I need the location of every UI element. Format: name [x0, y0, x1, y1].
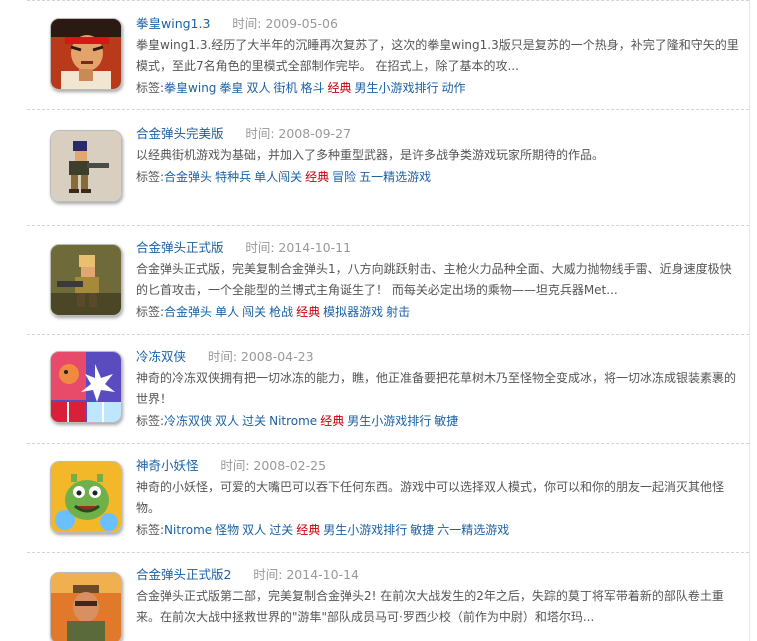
tag-link-classic[interactable]: 经典 — [305, 170, 329, 184]
tag-link[interactable]: 枪战 — [269, 305, 293, 319]
list-item: 神奇小妖怪 时间: 2008-02-25 神奇的小妖怪，可爱的大嘴巴可以吞下任何… — [27, 443, 749, 552]
tag-link-classic[interactable]: 经典 — [327, 81, 351, 95]
tag-link-classic[interactable]: 经典 — [296, 305, 320, 319]
tag-link-classic[interactable]: 经典 — [296, 523, 320, 537]
tag-link[interactable]: 街机 — [273, 81, 297, 95]
tag-link[interactable]: Nitrome — [269, 414, 317, 428]
game-description: 神奇的小妖怪，可爱的大嘴巴可以吞下任何东西。游戏中可以选择双人模式，你可以和你的… — [136, 480, 725, 515]
tag-link[interactable]: 怪物 — [215, 523, 239, 537]
tag-link[interactable]: 冷冻双侠 — [164, 414, 212, 428]
tags-label: 标签: — [136, 81, 165, 95]
tag-link-classic[interactable]: 经典 — [320, 414, 344, 428]
tag-link[interactable]: 单人闯关 — [254, 170, 302, 184]
tag-link[interactable]: 男生小游戏排行 — [355, 81, 439, 95]
tag-link[interactable]: 合金弹头 — [164, 305, 212, 319]
time-label: 时间: — [207, 349, 238, 364]
game-title-link[interactable]: 合金弹头正式版2 — [136, 567, 231, 582]
time-value: 2014-10-14 — [286, 567, 359, 582]
game-thumbnail[interactable] — [50, 244, 122, 316]
tag-row: 标签:合金弹头 单人 闯关 枪战 经典 模拟器游戏 射击 — [136, 301, 743, 323]
tag-link[interactable]: 特种兵 — [215, 170, 251, 184]
tag-link[interactable]: 闯关 — [242, 305, 266, 319]
tag-link[interactable]: 敏捷 — [410, 523, 434, 537]
tag-link[interactable]: 格斗 — [300, 81, 324, 95]
tags-label: 标签: — [136, 523, 165, 537]
game-description: 合金弹头正式版，完美复制合金弹头1，八方向跳跃射击、主枪火力品种全面、大威力抛物… — [136, 262, 732, 297]
tag-link[interactable]: 模拟器游戏 — [323, 305, 383, 319]
time-value: 2014-10-11 — [278, 240, 352, 255]
list-item: 拳皇wing1.3 时间: 2009-05-06 拳皇wing1.3.经历了大半… — [27, 0, 749, 109]
tag-link[interactable]: 双人 — [246, 81, 270, 95]
tag-row: 标签:冷冻双侠 双人 过关 Nitrome 经典 男生小游戏排行 敏捷 — [136, 410, 743, 432]
game-thumbnail[interactable] — [50, 351, 122, 423]
list-item: 合金弹头正式版2 时间: 2014-10-14 合金弹头正式版第二部，完美复制合… — [27, 552, 749, 641]
tag-link[interactable]: 射击 — [386, 305, 410, 319]
game-title-link[interactable]: 合金弹头正式版 — [136, 240, 224, 255]
commando-portrait-icon — [51, 573, 121, 641]
tag-link[interactable]: Nitrome — [164, 523, 212, 537]
game-title-link[interactable]: 冷冻双侠 — [136, 349, 186, 364]
tag-link[interactable]: 敏捷 — [434, 414, 458, 428]
time-value: 2008-04-23 — [240, 349, 314, 364]
tag-row: 标签:拳皇wing 拳皇 双人 街机 格斗 经典 男生小游戏排行 动作 — [136, 77, 743, 99]
tag-link[interactable]: 男生小游戏排行 — [347, 414, 431, 428]
time-label: 时间: — [253, 567, 283, 582]
tags-label: 标签: — [136, 414, 165, 428]
time-value: 2009-05-06 — [265, 16, 338, 31]
green-monster-icon — [51, 462, 121, 532]
tags-label: 标签: — [136, 170, 165, 184]
time-label: 时间: — [245, 240, 275, 255]
tags-label: 标签: — [136, 305, 165, 319]
tag-link[interactable]: 双人 — [215, 414, 239, 428]
list-item: 冷冻双侠 时间: 2008-04-23 神奇的冷冻双侠拥有把一切冰冻的能力，瞧，… — [27, 334, 749, 443]
game-title-link[interactable]: 合金弹头完美版 — [136, 126, 224, 141]
fighter-portrait-icon — [51, 19, 121, 89]
game-title-link[interactable]: 神奇小妖怪 — [136, 458, 199, 473]
game-thumbnail[interactable] — [50, 461, 122, 533]
game-thumbnail[interactable] — [50, 18, 122, 90]
tag-link[interactable]: 动作 — [442, 81, 466, 95]
tag-link[interactable]: 六一精选游戏 — [437, 523, 509, 537]
tag-link[interactable]: 过关 — [269, 523, 293, 537]
ice-creature-icon — [51, 352, 121, 422]
tag-link[interactable]: 合金弹头 — [164, 170, 212, 184]
time-label: 时间: — [232, 16, 262, 31]
tag-link[interactable]: 冒险 — [332, 170, 356, 184]
game-list: 拳皇wing1.3 时间: 2009-05-06 拳皇wing1.3.经历了大半… — [27, 0, 750, 641]
tag-link[interactable]: 拳皇wing — [164, 81, 216, 95]
pixel-gunner-icon — [51, 245, 121, 315]
pixel-soldier-icon — [51, 131, 121, 201]
list-item: 合金弹头正式版 时间: 2014-10-11 合金弹头正式版，完美复制合金弹头1… — [27, 225, 749, 334]
time-value: 2008-02-25 — [253, 458, 327, 473]
game-description: 以经典街机游戏为基础，并加入了多种重型武器，是许多战争类游戏玩家所期待的作品。 — [136, 148, 605, 162]
time-label: 时间: — [245, 126, 275, 141]
time-value: 2008-09-27 — [278, 126, 352, 141]
game-description: 拳皇wing1.3.经历了大半年的沉睡再次复苏了，这次的拳皇wing1.3版只是… — [136, 38, 739, 73]
game-title-link[interactable]: 拳皇wing1.3 — [136, 16, 210, 31]
tag-link[interactable]: 五一精选游戏 — [359, 170, 431, 184]
tag-link[interactable]: 双人 — [242, 523, 266, 537]
game-thumbnail[interactable] — [50, 572, 122, 641]
tag-row: 标签:合金弹头 特种兵 单人闯关 经典 冒险 五一精选游戏 — [136, 166, 743, 188]
tag-link[interactable]: 单人 — [215, 305, 239, 319]
tag-link[interactable]: 拳皇 — [219, 81, 243, 95]
game-description: 神奇的冷冻双侠拥有把一切冰冻的能力，瞧，他正准备要把花草树木乃至怪物全变成冰，将… — [136, 371, 737, 406]
tag-link[interactable]: 过关 — [242, 414, 266, 428]
tag-link[interactable]: 男生小游戏排行 — [323, 523, 407, 537]
game-description: 合金弹头正式版第二部，完美复制合金弹头2! 在前次大战发生的2年之后，失踪的莫丁… — [136, 589, 724, 624]
time-label: 时间: — [220, 458, 250, 473]
list-item: 合金弹头完美版 时间: 2008-09-27 以经典街机游戏为基础，并加入了多种… — [27, 109, 749, 225]
tag-row: 标签:Nitrome 怪物 双人 过关 经典 男生小游戏排行 敏捷 六一精选游戏 — [136, 519, 743, 541]
game-thumbnail[interactable] — [50, 130, 122, 202]
